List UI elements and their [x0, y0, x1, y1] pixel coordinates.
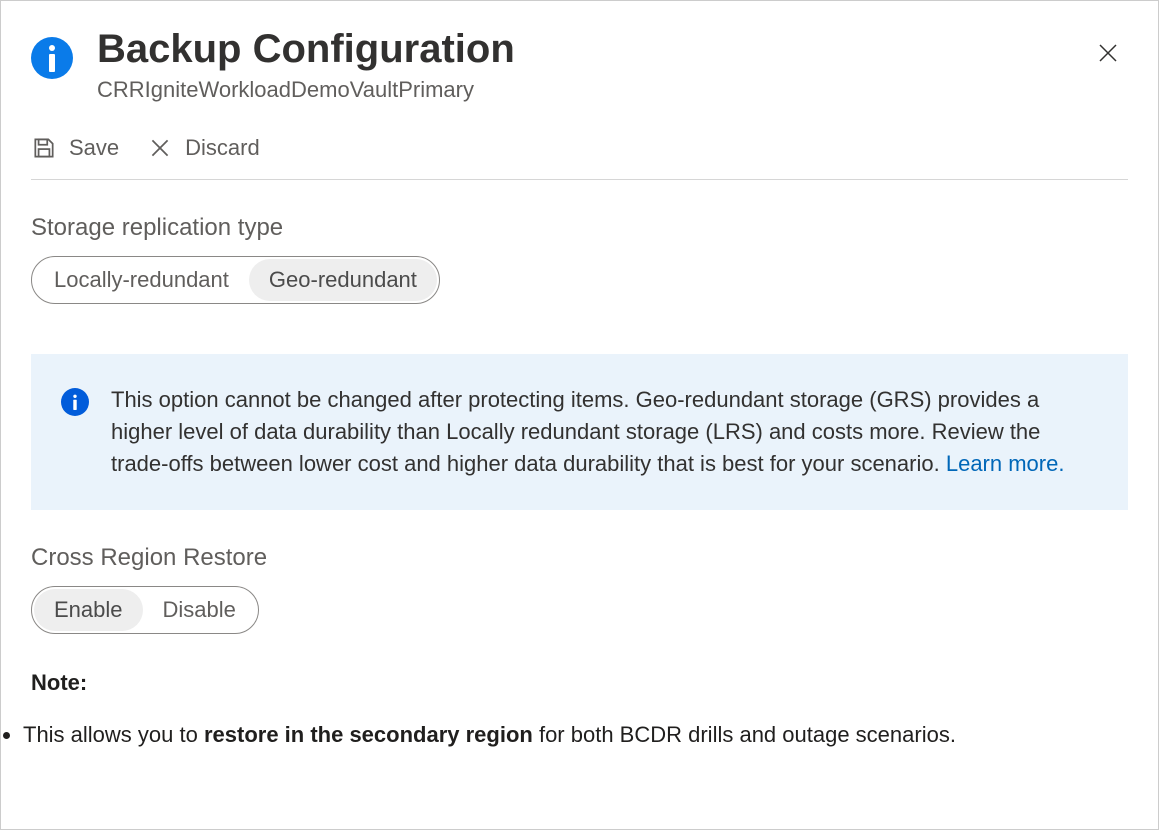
option-geo-redundant[interactable]: Geo-redundant [249, 259, 437, 301]
page-subtitle: CRRIgniteWorkloadDemoVaultPrimary [97, 77, 1088, 103]
discard-label: Discard [185, 135, 260, 161]
info-icon [61, 388, 89, 416]
learn-more-link[interactable]: Learn more. [946, 451, 1065, 476]
toolbar: Save Discard [31, 135, 1128, 180]
close-button[interactable] [1088, 33, 1128, 73]
info-text: This option cannot be changed after prot… [111, 384, 1098, 480]
save-icon [31, 135, 57, 161]
close-icon [1096, 41, 1120, 65]
note-item: This allows you to restore in the second… [23, 720, 1158, 751]
save-button[interactable]: Save [31, 135, 119, 161]
info-message: This option cannot be changed after prot… [111, 387, 1040, 476]
panel-header: Backup Configuration CRRIgniteWorkloadDe… [31, 25, 1128, 103]
option-disable[interactable]: Disable [143, 589, 256, 631]
discard-icon [147, 135, 173, 161]
cross-region-restore-toggle: Enable Disable [31, 586, 259, 634]
note-list: This allows you to restore in the second… [1, 720, 1158, 751]
save-label: Save [69, 135, 119, 161]
storage-replication-toggle: Locally-redundant Geo-redundant [31, 256, 440, 304]
page-title: Backup Configuration [97, 25, 1088, 73]
note-bold: restore in the secondary region [204, 722, 533, 747]
note-suffix: for both BCDR drills and outage scenario… [533, 722, 956, 747]
discard-button[interactable]: Discard [147, 135, 260, 161]
info-icon [31, 37, 73, 79]
info-box: This option cannot be changed after prot… [31, 354, 1128, 510]
backup-configuration-panel: Backup Configuration CRRIgniteWorkloadDe… [1, 1, 1158, 696]
option-enable[interactable]: Enable [34, 589, 143, 631]
note-prefix: This allows you to [23, 722, 204, 747]
note-label: Note: [31, 670, 1128, 696]
cross-region-restore-label: Cross Region Restore [31, 544, 1128, 572]
option-locally-redundant[interactable]: Locally-redundant [34, 259, 249, 301]
header-text: Backup Configuration CRRIgniteWorkloadDe… [97, 25, 1088, 103]
storage-replication-label: Storage replication type [31, 214, 1128, 242]
